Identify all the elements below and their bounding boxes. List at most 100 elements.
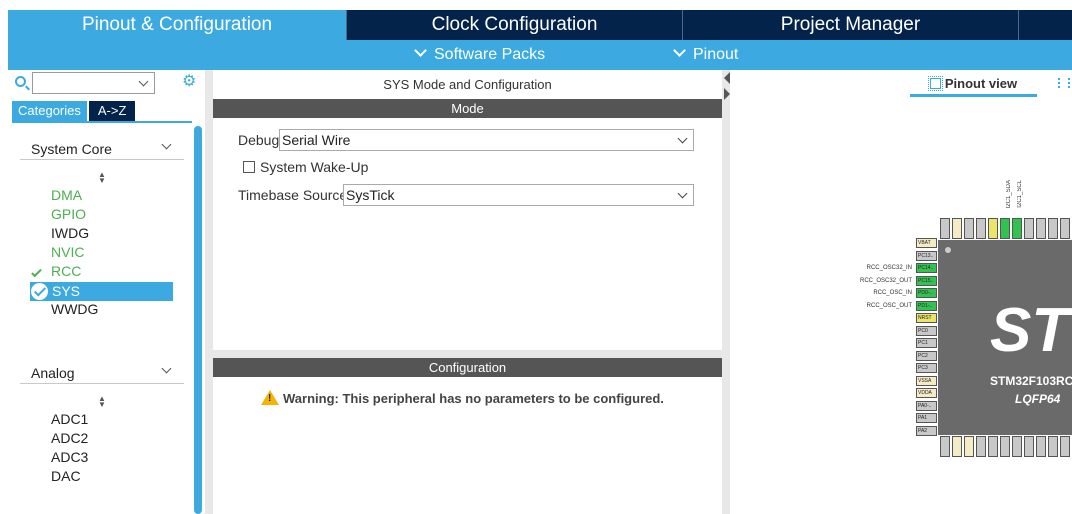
list-item-iwdg[interactable]: IWDG: [51, 224, 89, 243]
chip-pin[interactable]: VBAT: [916, 238, 937, 248]
list-item-adc3[interactable]: ADC3: [51, 448, 88, 467]
tab-categories[interactable]: Categories: [12, 101, 87, 121]
chip-pin[interactable]: [964, 436, 974, 457]
mode-configuration-panel: SYS Mode and Configuration Mode Debug Se…: [213, 70, 722, 514]
tab-overflow: [1019, 10, 1072, 40]
gear-icon[interactable]: ⚙: [182, 74, 196, 90]
chip-pin[interactable]: [952, 436, 962, 457]
chip-pin[interactable]: VSSA: [916, 376, 937, 386]
debug-select[interactable]: Serial Wire: [279, 129, 694, 151]
chip-pin[interactable]: [1036, 436, 1046, 457]
chip-pin[interactable]: [964, 218, 974, 239]
chevron-down-icon: [414, 44, 427, 57]
group-label: Analog: [31, 365, 75, 381]
pinout-menu-label: Pinout: [693, 46, 739, 63]
chip-pin[interactable]: [976, 436, 986, 457]
chip-name: STM32F103RC: [990, 374, 1072, 388]
pin-signal-label: I2C1_SCL: [1017, 180, 1023, 208]
chip-pin[interactable]: [1012, 436, 1022, 457]
chip-pin[interactable]: [940, 436, 950, 457]
chip-pin[interactable]: [1024, 436, 1034, 457]
chip-pin[interactable]: PA1: [916, 413, 937, 423]
software-packs-label: Software Packs: [434, 46, 546, 63]
sort-arrows-icon[interactable]: ▲ ▼: [98, 395, 106, 409]
chip-pin[interactable]: PD1-..: [916, 301, 937, 311]
chevron-down-icon: [161, 139, 172, 150]
categories-panel: ⚙ Categories A->Z System Core ▲ ▼ DMA GPI…: [8, 70, 205, 514]
tab-pinout-view[interactable]: Pinout view: [910, 76, 1037, 91]
chevron-down-icon: [161, 363, 172, 374]
timebase-source-value: SysTick: [346, 187, 395, 203]
chip-pin[interactable]: [1060, 436, 1070, 457]
chip-pin[interactable]: [1012, 218, 1022, 239]
tab-pinout-configuration[interactable]: Pinout & Configuration: [8, 10, 347, 40]
list-item-sys[interactable]: SYS: [30, 282, 173, 301]
chip-pin[interactable]: [952, 218, 962, 239]
chip-pin[interactable]: PC2: [916, 351, 937, 361]
panel-title: SYS Mode and Configuration: [383, 77, 552, 92]
list-item-adc2[interactable]: ADC2: [51, 429, 88, 448]
list-item-wwdg[interactable]: WWDG: [51, 300, 98, 319]
pin-signal-label: RCC_OSC32_OUT: [859, 278, 912, 284]
chip-pin[interactable]: [1000, 436, 1010, 457]
chip-pin[interactable]: PA2: [916, 426, 937, 436]
sort-arrows-icon[interactable]: ▲ ▼: [98, 171, 106, 185]
group-header-system-core[interactable]: System Core: [20, 136, 184, 160]
chip-pin[interactable]: PC0: [916, 326, 937, 336]
list-item-nvic[interactable]: NVIC: [51, 243, 84, 262]
pinout-menu[interactable]: Pinout: [671, 40, 738, 70]
check-icon: [31, 266, 42, 278]
chip-pin[interactable]: [988, 436, 998, 457]
list-item-adc1[interactable]: ADC1: [51, 410, 88, 429]
pinout-panel: Pinout view I2C1_SDA I2C1_SCL ST STM32F1…: [730, 70, 1072, 514]
chip-pin[interactable]: [1036, 218, 1046, 239]
chip-pin[interactable]: [976, 218, 986, 239]
pinout-view-label: Pinout view: [944, 76, 1018, 91]
chip-pin[interactable]: [940, 218, 950, 239]
chip-pin[interactable]: [1024, 218, 1034, 239]
chip-pin[interactable]: PD0-..: [916, 288, 937, 298]
search-icon[interactable]: [15, 76, 26, 87]
chevron-down-icon: [677, 188, 688, 199]
software-packs-menu[interactable]: Software Packs: [412, 40, 545, 70]
chip-pin[interactable]: PC14..: [916, 263, 937, 273]
chip-pin[interactable]: NRST: [916, 313, 937, 323]
chip-pin[interactable]: [1060, 218, 1070, 239]
chip-pin[interactable]: [988, 218, 998, 239]
section-splitter[interactable]: [213, 350, 722, 358]
categories-scrollbar[interactable]: [194, 126, 202, 514]
group-header-analog[interactable]: Analog: [20, 360, 184, 384]
tab-a-z[interactable]: A->Z: [88, 101, 136, 121]
pin-signal-label: I2C1_SDA: [1006, 180, 1012, 209]
chip-pin[interactable]: [1048, 436, 1058, 457]
system-wakeup-checkbox[interactable]: [243, 161, 255, 173]
chevron-down-icon: [677, 133, 688, 144]
tab-project-manager[interactable]: Project Manager: [683, 10, 1019, 40]
system-view-icon[interactable]: [1058, 78, 1070, 88]
mcu-chip[interactable]: ST STM32F103RC LQFP64: [938, 240, 1072, 435]
list-item-gpio[interactable]: GPIO: [51, 205, 86, 224]
chevron-down-icon: [138, 76, 149, 87]
chip-pin[interactable]: PC1: [916, 338, 937, 348]
mode-section-header: Mode: [213, 99, 722, 118]
chip-pin[interactable]: PC15..: [916, 276, 937, 286]
chip-pin[interactable]: [1000, 218, 1010, 239]
chip-pin[interactable]: PC13..: [916, 251, 937, 261]
chip-pin[interactable]: VDDA: [916, 388, 937, 398]
timebase-source-select[interactable]: SysTick: [343, 184, 694, 206]
chip-pin[interactable]: [1048, 218, 1058, 239]
warning-message: ! Warning: This peripheral has no paramet…: [261, 390, 664, 406]
group-label: System Core: [31, 141, 112, 157]
list-item-rcc[interactable]: RCC: [51, 262, 81, 281]
pin-signal-label: RCC_OSC32_IN: [866, 265, 912, 271]
splitter-right[interactable]: [722, 70, 730, 514]
list-item-dac[interactable]: DAC: [51, 467, 81, 486]
main-tabbar: Pinout & Configuration Clock Configurati…: [8, 10, 1072, 40]
chip-pin[interactable]: PC3: [916, 363, 937, 373]
list-item-dma[interactable]: DMA: [51, 186, 82, 205]
splitter-left[interactable]: [205, 70, 213, 514]
chip-pin[interactable]: PA0-..: [916, 401, 937, 411]
search-input[interactable]: [32, 72, 155, 94]
st-logo: ST: [990, 296, 1070, 365]
tab-clock-configuration[interactable]: Clock Configuration: [347, 10, 683, 40]
